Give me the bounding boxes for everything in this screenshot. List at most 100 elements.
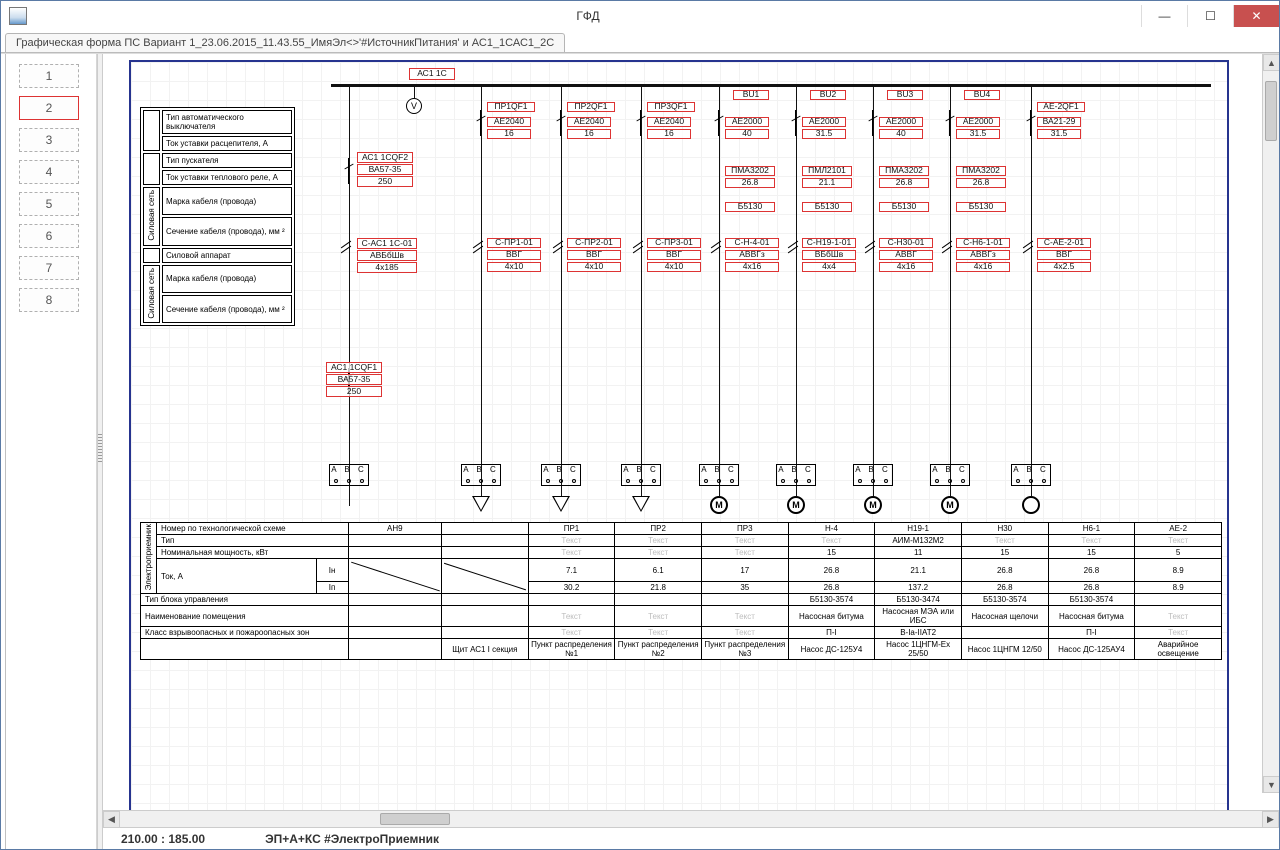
- cable-type: ВВГ: [567, 250, 621, 260]
- tab-bar: Графическая форма ПС Вариант 1_23.06.201…: [1, 31, 1279, 53]
- cable-mark-icon: [710, 244, 722, 256]
- close-button[interactable]: ✕: [1233, 5, 1279, 27]
- drawing-sheet: АС1 1С V Тип автоматического выключателя…: [129, 60, 1229, 810]
- page-thumb-7[interactable]: 7: [19, 256, 79, 280]
- hscroll-thumb[interactable]: [380, 813, 450, 825]
- load-triangle-icon: [632, 496, 650, 512]
- page-thumb-4[interactable]: 4: [19, 160, 79, 184]
- titlebar[interactable]: ГФД — ☐ ✕: [1, 1, 1279, 31]
- drawing-canvas[interactable]: АС1 1С V Тип автоматического выключателя…: [103, 54, 1279, 810]
- app-icon: [9, 7, 27, 25]
- breaker-icon: [342, 158, 356, 184]
- bu-label: BU3: [887, 90, 923, 100]
- page-thumb-2[interactable]: 2: [19, 96, 79, 120]
- scroll-up-button[interactable]: ▲: [1263, 54, 1279, 71]
- pma-cur: 26.8: [956, 178, 1006, 188]
- abc-terminal: A B C: [1011, 464, 1051, 486]
- load-triangle-icon: [552, 496, 570, 512]
- data-table: Электроприемник Номер по технологической…: [140, 522, 1222, 660]
- scroll-right-button[interactable]: ▶: [1262, 811, 1279, 828]
- cable-mark-icon: [472, 244, 484, 256]
- cable-code: С-Н6-1-01: [956, 238, 1010, 248]
- incomer-line: [349, 86, 350, 506]
- motor-icon: М: [941, 496, 959, 514]
- abc-terminal: A B C: [541, 464, 581, 486]
- incomer-cable-size: 4x185: [357, 262, 417, 273]
- page-thumb-5[interactable]: 5: [19, 192, 79, 216]
- pma-cur: 26.8: [879, 178, 929, 188]
- cable-mark-icon: [340, 244, 352, 256]
- load-circle-icon: [1022, 496, 1040, 514]
- cable-mark-icon: [1022, 244, 1034, 256]
- cable-mark-icon: [787, 244, 799, 256]
- incomer-qf2: АС1 1СQF2: [357, 152, 413, 163]
- window-title: ГФД: [35, 9, 1141, 23]
- ae-type: АЕ2040: [487, 117, 531, 127]
- breaker-icon: [634, 110, 648, 136]
- cable-type: ВВГ: [487, 250, 541, 260]
- status-coords: 210.00 : 185.00: [121, 832, 205, 846]
- incomer-cable-code: С-АС1 1С-01: [357, 238, 417, 249]
- abc-terminal: A B C: [699, 464, 739, 486]
- app-window: ГФД — ☐ ✕ Графическая форма ПС Вариант 1…: [0, 0, 1280, 850]
- cable-mark-icon: [941, 244, 953, 256]
- incomer-qf1-cur: 250: [326, 386, 382, 397]
- breaker-icon: [712, 110, 726, 136]
- b5130: Б5130: [879, 202, 929, 212]
- ae-type: АЕ2040: [567, 117, 611, 127]
- cable-size: 4x16: [956, 262, 1010, 272]
- abc-terminal: A B C: [930, 464, 970, 486]
- minimize-button[interactable]: —: [1141, 5, 1187, 27]
- cable-code: С-Н19-1-01: [802, 238, 856, 248]
- horizontal-scrollbar[interactable]: ◀ ▶: [103, 810, 1279, 827]
- incomer-qf1: АС1 1СQF1: [326, 362, 382, 373]
- maximize-button[interactable]: ☐: [1187, 5, 1233, 27]
- qf-label: ПР3QF1: [647, 102, 695, 112]
- vscroll-thumb[interactable]: [1265, 81, 1277, 141]
- motor-icon: М: [710, 496, 728, 514]
- ae-current: 31.5: [802, 129, 846, 139]
- scroll-down-button[interactable]: ▼: [1263, 776, 1279, 793]
- canvas-wrap: АС1 1С V Тип автоматического выключателя…: [103, 54, 1279, 849]
- document-tab[interactable]: Графическая форма ПС Вариант 1_23.06.201…: [5, 33, 565, 52]
- b5130: Б5130: [956, 202, 1006, 212]
- scroll-left-button[interactable]: ◀: [103, 811, 120, 828]
- page-thumb-1[interactable]: 1: [19, 64, 79, 88]
- cable-type: АВВГз: [956, 250, 1010, 260]
- motor-icon: М: [864, 496, 882, 514]
- cable-mark-icon: [632, 244, 644, 256]
- ae-type: АЕ2000: [802, 117, 846, 127]
- cable-code: С-ПР1-01: [487, 238, 541, 248]
- cable-size: 4x10: [567, 262, 621, 272]
- bu-label: BU2: [810, 90, 846, 100]
- voltmeter-icon: V: [406, 98, 422, 114]
- cable-size: 4x4: [802, 262, 856, 272]
- ae-current: 16: [487, 129, 531, 139]
- page-thumb-6[interactable]: 6: [19, 224, 79, 248]
- cable-mark-icon: [864, 244, 876, 256]
- legend-table: Тип автоматического выключателя Ток уста…: [140, 107, 295, 326]
- cable-size: 4x10: [487, 262, 541, 272]
- cable-code: С-ПР2-01: [567, 238, 621, 248]
- cable-type: ВБбШв: [802, 250, 856, 260]
- ae-current: 40: [879, 129, 923, 139]
- vertical-scrollbar[interactable]: ▲ ▼: [1262, 54, 1279, 793]
- cable-type: АВВГз: [725, 250, 779, 260]
- cable-size: 4x10: [647, 262, 701, 272]
- abc-terminal: A B C: [776, 464, 816, 486]
- abc-terminal: A B C: [461, 464, 501, 486]
- cable-code: С-ПР3-01: [647, 238, 701, 248]
- breaker-icon: [474, 110, 488, 136]
- page-thumb-3[interactable]: 3: [19, 128, 79, 152]
- bu-label: BU4: [964, 90, 1000, 100]
- ae-type: АЕ2040: [647, 117, 691, 127]
- cable-size: 4x16: [725, 262, 779, 272]
- qf-label: ПР1QF1: [487, 102, 535, 112]
- load-triangle-icon: [472, 496, 490, 512]
- bus-label: АС1 1С: [409, 68, 455, 80]
- breaker-icon: [866, 110, 880, 136]
- pma-type: ПМА3202: [725, 166, 775, 176]
- ae-current: 16: [567, 129, 611, 139]
- ae-type: АЕ2000: [879, 117, 923, 127]
- page-thumb-8[interactable]: 8: [19, 288, 79, 312]
